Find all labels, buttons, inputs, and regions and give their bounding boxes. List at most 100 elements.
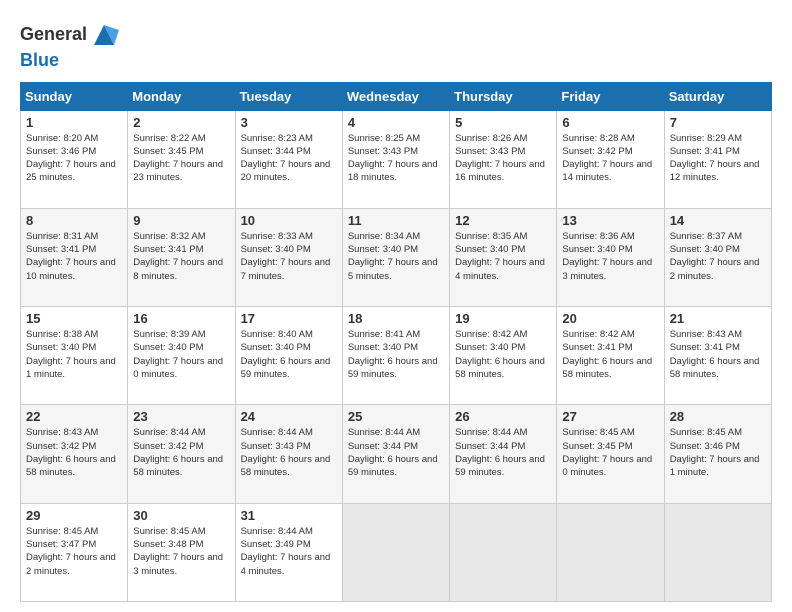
calendar-cell: 19 Sunrise: 8:42 AMSunset: 3:40 PMDaylig… — [450, 307, 557, 405]
day-info: Sunrise: 8:32 AMSunset: 3:41 PMDaylight:… — [133, 231, 223, 282]
day-info: Sunrise: 8:44 AMSunset: 3:42 PMDaylight:… — [133, 427, 223, 478]
day-number: 18 — [348, 311, 444, 326]
calendar-header-cell: Monday — [128, 82, 235, 110]
day-info: Sunrise: 8:44 AMSunset: 3:43 PMDaylight:… — [241, 427, 331, 478]
calendar-cell: 15 Sunrise: 8:38 AMSunset: 3:40 PMDaylig… — [21, 307, 128, 405]
calendar-cell: 12 Sunrise: 8:35 AMSunset: 3:40 PMDaylig… — [450, 208, 557, 306]
day-number: 4 — [348, 115, 444, 130]
day-number: 3 — [241, 115, 337, 130]
calendar-cell: 5 Sunrise: 8:26 AMSunset: 3:43 PMDayligh… — [450, 110, 557, 208]
calendar-cell: 17 Sunrise: 8:40 AMSunset: 3:40 PMDaylig… — [235, 307, 342, 405]
day-info: Sunrise: 8:45 AMSunset: 3:47 PMDaylight:… — [26, 526, 116, 577]
calendar-cell: 31 Sunrise: 8:44 AMSunset: 3:49 PMDaylig… — [235, 503, 342, 601]
day-number: 20 — [562, 311, 658, 326]
calendar-body: 1 Sunrise: 8:20 AMSunset: 3:46 PMDayligh… — [21, 110, 772, 601]
day-info: Sunrise: 8:40 AMSunset: 3:40 PMDaylight:… — [241, 329, 331, 380]
calendar-cell: 4 Sunrise: 8:25 AMSunset: 3:43 PMDayligh… — [342, 110, 449, 208]
day-info: Sunrise: 8:42 AMSunset: 3:40 PMDaylight:… — [455, 329, 545, 380]
day-number: 29 — [26, 508, 122, 523]
calendar-week-row: 8 Sunrise: 8:31 AMSunset: 3:41 PMDayligh… — [21, 208, 772, 306]
day-info: Sunrise: 8:29 AMSunset: 3:41 PMDaylight:… — [670, 133, 760, 184]
day-number: 7 — [670, 115, 766, 130]
calendar-header-row: SundayMondayTuesdayWednesdayThursdayFrid… — [21, 82, 772, 110]
calendar-cell: 26 Sunrise: 8:44 AMSunset: 3:44 PMDaylig… — [450, 405, 557, 503]
day-info: Sunrise: 8:44 AMSunset: 3:49 PMDaylight:… — [241, 526, 331, 577]
day-info: Sunrise: 8:25 AMSunset: 3:43 PMDaylight:… — [348, 133, 438, 184]
day-number: 26 — [455, 409, 551, 424]
day-info: Sunrise: 8:36 AMSunset: 3:40 PMDaylight:… — [562, 231, 652, 282]
day-info: Sunrise: 8:20 AMSunset: 3:46 PMDaylight:… — [26, 133, 116, 184]
calendar-cell: 20 Sunrise: 8:42 AMSunset: 3:41 PMDaylig… — [557, 307, 664, 405]
day-info: Sunrise: 8:43 AMSunset: 3:42 PMDaylight:… — [26, 427, 116, 478]
calendar-week-row: 1 Sunrise: 8:20 AMSunset: 3:46 PMDayligh… — [21, 110, 772, 208]
calendar-table: SundayMondayTuesdayWednesdayThursdayFrid… — [20, 82, 772, 602]
day-number: 11 — [348, 213, 444, 228]
calendar-cell: 21 Sunrise: 8:43 AMSunset: 3:41 PMDaylig… — [664, 307, 771, 405]
calendar-cell: 25 Sunrise: 8:44 AMSunset: 3:44 PMDaylig… — [342, 405, 449, 503]
logo-icon — [89, 20, 119, 50]
calendar-cell — [450, 503, 557, 601]
calendar-header-cell: Tuesday — [235, 82, 342, 110]
day-number: 25 — [348, 409, 444, 424]
day-number: 6 — [562, 115, 658, 130]
day-number: 5 — [455, 115, 551, 130]
day-number: 12 — [455, 213, 551, 228]
day-number: 28 — [670, 409, 766, 424]
calendar-cell: 11 Sunrise: 8:34 AMSunset: 3:40 PMDaylig… — [342, 208, 449, 306]
calendar-cell: 2 Sunrise: 8:22 AMSunset: 3:45 PMDayligh… — [128, 110, 235, 208]
calendar-cell — [664, 503, 771, 601]
day-number: 17 — [241, 311, 337, 326]
day-info: Sunrise: 8:33 AMSunset: 3:40 PMDaylight:… — [241, 231, 331, 282]
page: General Blue SundayMondayTuesdayWednesda… — [0, 0, 792, 612]
calendar-cell — [557, 503, 664, 601]
calendar-cell: 27 Sunrise: 8:45 AMSunset: 3:45 PMDaylig… — [557, 405, 664, 503]
day-number: 10 — [241, 213, 337, 228]
calendar-cell: 3 Sunrise: 8:23 AMSunset: 3:44 PMDayligh… — [235, 110, 342, 208]
calendar-cell: 23 Sunrise: 8:44 AMSunset: 3:42 PMDaylig… — [128, 405, 235, 503]
calendar-cell: 9 Sunrise: 8:32 AMSunset: 3:41 PMDayligh… — [128, 208, 235, 306]
day-info: Sunrise: 8:44 AMSunset: 3:44 PMDaylight:… — [348, 427, 438, 478]
header: General Blue — [20, 20, 772, 72]
calendar-cell: 30 Sunrise: 8:45 AMSunset: 3:48 PMDaylig… — [128, 503, 235, 601]
calendar-cell: 1 Sunrise: 8:20 AMSunset: 3:46 PMDayligh… — [21, 110, 128, 208]
day-info: Sunrise: 8:31 AMSunset: 3:41 PMDaylight:… — [26, 231, 116, 282]
calendar-cell: 24 Sunrise: 8:44 AMSunset: 3:43 PMDaylig… — [235, 405, 342, 503]
calendar-header-cell: Saturday — [664, 82, 771, 110]
calendar-cell: 18 Sunrise: 8:41 AMSunset: 3:40 PMDaylig… — [342, 307, 449, 405]
calendar-cell: 14 Sunrise: 8:37 AMSunset: 3:40 PMDaylig… — [664, 208, 771, 306]
calendar-header-cell: Thursday — [450, 82, 557, 110]
calendar-cell — [342, 503, 449, 601]
calendar-cell: 10 Sunrise: 8:33 AMSunset: 3:40 PMDaylig… — [235, 208, 342, 306]
day-info: Sunrise: 8:38 AMSunset: 3:40 PMDaylight:… — [26, 329, 116, 380]
day-number: 21 — [670, 311, 766, 326]
logo: General Blue — [20, 20, 119, 72]
day-info: Sunrise: 8:41 AMSunset: 3:40 PMDaylight:… — [348, 329, 438, 380]
day-number: 2 — [133, 115, 229, 130]
day-number: 13 — [562, 213, 658, 228]
calendar-cell: 8 Sunrise: 8:31 AMSunset: 3:41 PMDayligh… — [21, 208, 128, 306]
day-info: Sunrise: 8:45 AMSunset: 3:48 PMDaylight:… — [133, 526, 223, 577]
logo-text-blue: Blue — [20, 50, 59, 70]
calendar-cell: 6 Sunrise: 8:28 AMSunset: 3:42 PMDayligh… — [557, 110, 664, 208]
day-info: Sunrise: 8:34 AMSunset: 3:40 PMDaylight:… — [348, 231, 438, 282]
day-number: 27 — [562, 409, 658, 424]
day-info: Sunrise: 8:39 AMSunset: 3:40 PMDaylight:… — [133, 329, 223, 380]
day-info: Sunrise: 8:42 AMSunset: 3:41 PMDaylight:… — [562, 329, 652, 380]
calendar-week-row: 29 Sunrise: 8:45 AMSunset: 3:47 PMDaylig… — [21, 503, 772, 601]
day-info: Sunrise: 8:44 AMSunset: 3:44 PMDaylight:… — [455, 427, 545, 478]
logo-text-general: General — [20, 24, 87, 46]
day-info: Sunrise: 8:28 AMSunset: 3:42 PMDaylight:… — [562, 133, 652, 184]
day-info: Sunrise: 8:35 AMSunset: 3:40 PMDaylight:… — [455, 231, 545, 282]
calendar-cell: 16 Sunrise: 8:39 AMSunset: 3:40 PMDaylig… — [128, 307, 235, 405]
day-number: 24 — [241, 409, 337, 424]
calendar-cell: 13 Sunrise: 8:36 AMSunset: 3:40 PMDaylig… — [557, 208, 664, 306]
day-number: 23 — [133, 409, 229, 424]
day-number: 30 — [133, 508, 229, 523]
day-number: 14 — [670, 213, 766, 228]
calendar-cell: 7 Sunrise: 8:29 AMSunset: 3:41 PMDayligh… — [664, 110, 771, 208]
day-info: Sunrise: 8:23 AMSunset: 3:44 PMDaylight:… — [241, 133, 331, 184]
day-number: 8 — [26, 213, 122, 228]
day-info: Sunrise: 8:45 AMSunset: 3:46 PMDaylight:… — [670, 427, 760, 478]
day-info: Sunrise: 8:22 AMSunset: 3:45 PMDaylight:… — [133, 133, 223, 184]
calendar-header-cell: Wednesday — [342, 82, 449, 110]
